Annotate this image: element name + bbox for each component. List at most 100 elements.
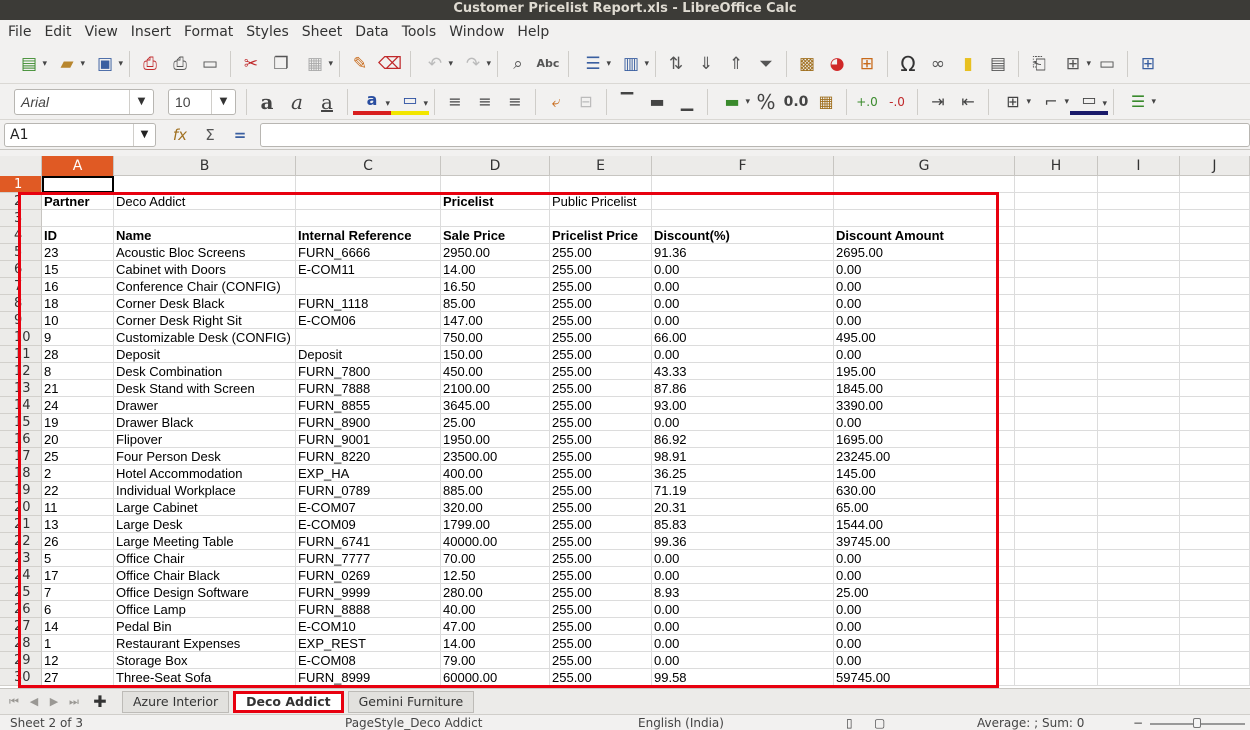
cell-h3[interactable] [1015, 210, 1098, 227]
cell-i23[interactable] [1098, 550, 1180, 567]
cell-e28[interactable]: 255.00 [550, 635, 652, 652]
cell-a22[interactable]: 26 [42, 533, 114, 550]
row-header[interactable]: 27 [0, 618, 42, 635]
paste-icon[interactable]: ▦ [296, 49, 334, 79]
cell-b8[interactable]: Corner Desk Black [114, 295, 296, 312]
cell-g3[interactable] [834, 210, 1015, 227]
cell-j5[interactable] [1180, 244, 1250, 261]
cell-c12[interactable]: FURN_7800 [296, 363, 441, 380]
cell-g15[interactable]: 0.00 [834, 414, 1015, 431]
cell-j20[interactable] [1180, 499, 1250, 516]
bold-icon[interactable]: a [252, 87, 282, 117]
row-header[interactable]: 5 [0, 244, 42, 261]
date-format-icon[interactable]: ▦ [811, 87, 841, 117]
cell-d9[interactable]: 147.00 [441, 312, 550, 329]
row-header[interactable]: 15 [0, 414, 42, 431]
cell-a30[interactable]: 27 [42, 669, 114, 686]
cell-a6[interactable]: 15 [42, 261, 114, 278]
cell-b6[interactable]: Cabinet with Doors [114, 261, 296, 278]
cell-d27[interactable]: 47.00 [441, 618, 550, 635]
align-left-icon[interactable]: ≡ [440, 87, 470, 117]
cell-j13[interactable] [1180, 380, 1250, 397]
cell-a13[interactable]: 21 [42, 380, 114, 397]
sheet-tab-gemini-furniture[interactable]: Gemini Furniture [347, 690, 475, 713]
cell-e16[interactable]: 255.00 [550, 431, 652, 448]
cell-j3[interactable] [1180, 210, 1250, 227]
next-sheet-icon[interactable]: ▶ [44, 695, 64, 708]
cell-g4[interactable]: Discount Amount [834, 227, 1015, 244]
cell-b9[interactable]: Corner Desk Right Sit [114, 312, 296, 329]
cell-i21[interactable] [1098, 516, 1180, 533]
cell-h5[interactable] [1015, 244, 1098, 261]
cell-g11[interactable]: 0.00 [834, 346, 1015, 363]
cell-f13[interactable]: 87.86 [652, 380, 834, 397]
cell-b12[interactable]: Desk Combination [114, 363, 296, 380]
cell-f2[interactable] [652, 193, 834, 210]
cell-g17[interactable]: 23245.00 [834, 448, 1015, 465]
cell-i3[interactable] [1098, 210, 1180, 227]
delete-decimal-icon[interactable]: -.0 [882, 87, 912, 117]
cell-a2[interactable]: Partner [42, 193, 114, 210]
cell-i2[interactable] [1098, 193, 1180, 210]
cell-d14[interactable]: 3645.00 [441, 397, 550, 414]
cell-i20[interactable] [1098, 499, 1180, 516]
cell-d8[interactable]: 85.00 [441, 295, 550, 312]
clone-formatting-icon[interactable]: ✎ [345, 49, 375, 79]
cell-c7[interactable] [296, 278, 441, 295]
cell-d13[interactable]: 2100.00 [441, 380, 550, 397]
cell-j22[interactable] [1180, 533, 1250, 550]
open-folder-icon[interactable]: ▰ [48, 49, 86, 79]
cell-f12[interactable]: 43.33 [652, 363, 834, 380]
cell-a7[interactable]: 16 [42, 278, 114, 295]
cell-e27[interactable]: 255.00 [550, 618, 652, 635]
cell-g25[interactable]: 25.00 [834, 584, 1015, 601]
cell-h14[interactable] [1015, 397, 1098, 414]
cell-i10[interactable] [1098, 329, 1180, 346]
spelling-icon[interactable]: Abc [533, 49, 563, 79]
menu-styles[interactable]: Styles [240, 20, 295, 44]
cell-d18[interactable]: 400.00 [441, 465, 550, 482]
cell-g30[interactable]: 59745.00 [834, 669, 1015, 686]
zoom-out-icon[interactable]: − [1133, 716, 1143, 730]
cell-h15[interactable] [1015, 414, 1098, 431]
cell-h16[interactable] [1015, 431, 1098, 448]
cell-a24[interactable]: 17 [42, 567, 114, 584]
row-header[interactable]: 30 [0, 669, 42, 686]
cell-c22[interactable]: FURN_6741 [296, 533, 441, 550]
align-bottom-icon[interactable]: ▁ [672, 87, 702, 117]
cell-i16[interactable] [1098, 431, 1180, 448]
cell-e9[interactable]: 255.00 [550, 312, 652, 329]
cell-j30[interactable] [1180, 669, 1250, 686]
decrease-indent-icon[interactable]: ⇤ [953, 87, 983, 117]
cell-b2[interactable]: Deco Addict [114, 193, 296, 210]
column-header-j[interactable]: J [1180, 156, 1250, 176]
cell-b10[interactable]: Customizable Desk (CONFIG) [114, 329, 296, 346]
cell-c6[interactable]: E-COM11 [296, 261, 441, 278]
cell-h9[interactable] [1015, 312, 1098, 329]
cell-j29[interactable] [1180, 652, 1250, 669]
cell-d30[interactable]: 60000.00 [441, 669, 550, 686]
cell-e26[interactable]: 255.00 [550, 601, 652, 618]
column-header-f[interactable]: F [652, 156, 834, 176]
cell-b22[interactable]: Large Meeting Table [114, 533, 296, 550]
find-replace-icon[interactable]: ⌕ [503, 49, 533, 79]
cell-f3[interactable] [652, 210, 834, 227]
align-center-icon[interactable]: ≡ [470, 87, 500, 117]
cell-i30[interactable] [1098, 669, 1180, 686]
cell-f1[interactable] [652, 176, 834, 193]
cell-e25[interactable]: 255.00 [550, 584, 652, 601]
column-header-b[interactable]: B [114, 156, 296, 176]
cell-g29[interactable]: 0.00 [834, 652, 1015, 669]
cell-f27[interactable]: 0.00 [652, 618, 834, 635]
cell-i17[interactable] [1098, 448, 1180, 465]
cell-d20[interactable]: 320.00 [441, 499, 550, 516]
cell-b11[interactable]: Deposit [114, 346, 296, 363]
cell-h7[interactable] [1015, 278, 1098, 295]
cell-e4[interactable]: Pricelist Price [550, 227, 652, 244]
cell-i14[interactable] [1098, 397, 1180, 414]
cell-h29[interactable] [1015, 652, 1098, 669]
last-sheet-icon[interactable]: ⏭ [64, 695, 84, 709]
cell-g6[interactable]: 0.00 [834, 261, 1015, 278]
cell-d24[interactable]: 12.50 [441, 567, 550, 584]
cell-h8[interactable] [1015, 295, 1098, 312]
